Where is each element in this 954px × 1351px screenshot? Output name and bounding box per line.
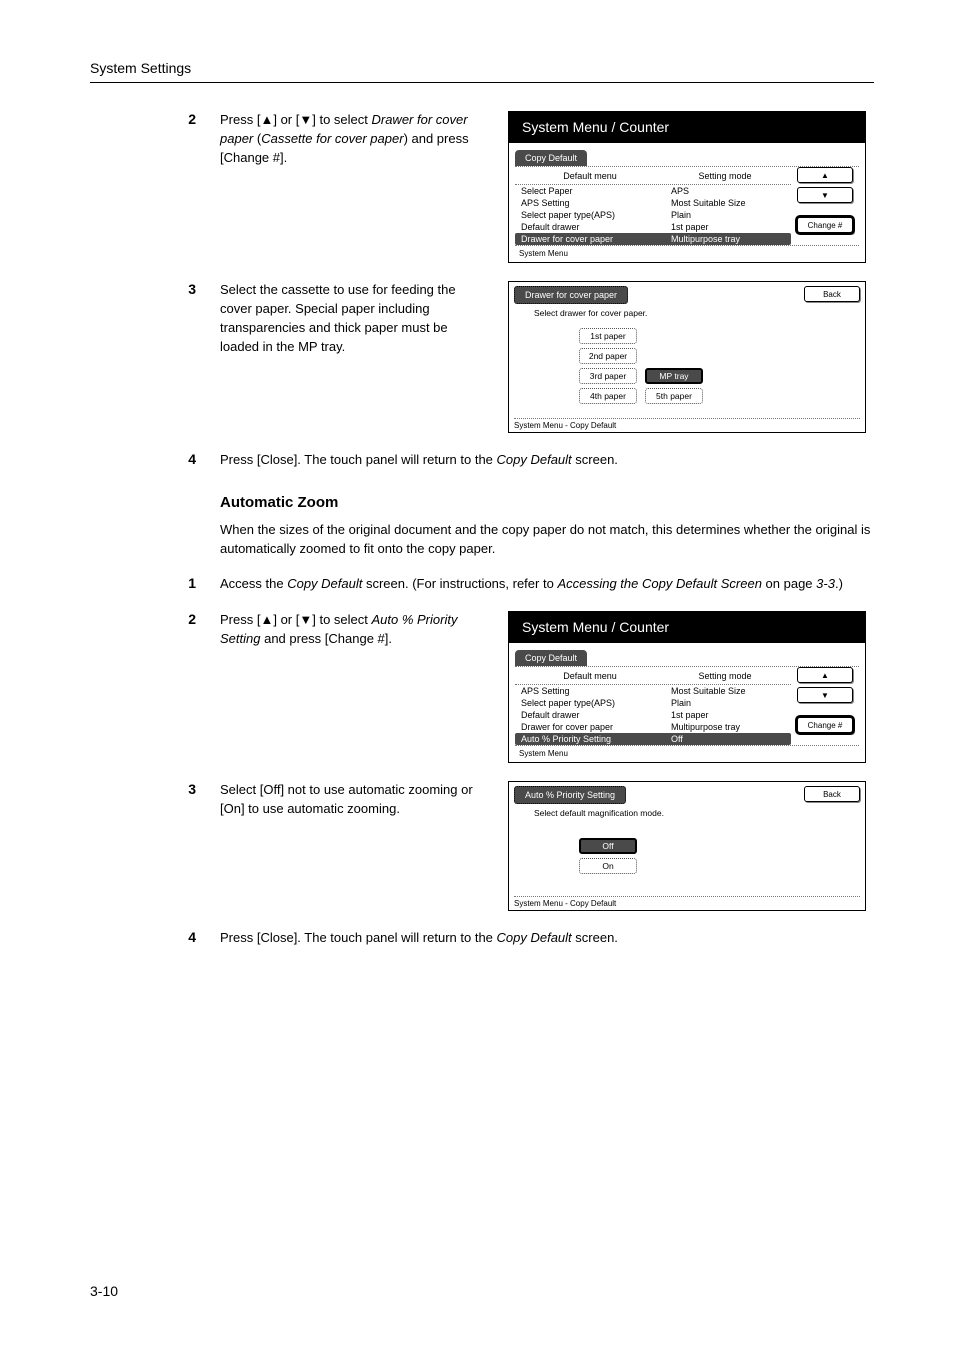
panel-title: System Menu / Counter: [508, 111, 866, 143]
back-button[interactable]: Back: [804, 286, 860, 302]
step-text: Select [Off] not to use automatic zoomin…: [220, 781, 490, 819]
scroll-up-button[interactable]: [797, 167, 853, 183]
page-number: 3-10: [90, 1283, 118, 1299]
menu-item: Default drawer: [521, 222, 671, 232]
option-5th-paper[interactable]: 5th paper: [645, 388, 703, 404]
up-icon: [821, 171, 829, 180]
step-number: 4: [90, 929, 220, 945]
section-heading: Automatic Zoom: [220, 494, 874, 511]
copy-default-tab[interactable]: Copy Default: [515, 650, 587, 666]
option-off[interactable]: Off: [579, 838, 637, 854]
col-header: Default menu: [515, 671, 665, 681]
menu-item: APS Setting: [521, 198, 671, 208]
breadcrumb: System Menu - Copy Default: [514, 418, 860, 430]
step-number: 1: [90, 575, 220, 591]
step-number: 4: [90, 451, 220, 467]
menu-item: Default drawer: [521, 710, 671, 720]
change-button[interactable]: Change #: [797, 717, 853, 733]
section-header: System Settings: [90, 60, 874, 76]
step-number: 3: [90, 281, 220, 297]
option-4th-paper[interactable]: 4th paper: [579, 388, 637, 404]
dialog-title: Auto % Priority Setting: [514, 786, 626, 804]
menu-item: Select paper type(APS): [521, 698, 671, 708]
option-3rd-paper[interactable]: 3rd paper: [579, 368, 637, 384]
col-header: Setting mode: [665, 671, 785, 681]
down-icon: [821, 691, 829, 700]
scroll-down-button[interactable]: [797, 687, 853, 703]
step-number: 2: [90, 111, 220, 127]
breadcrumb: System Menu: [515, 246, 859, 260]
copy-default-tab[interactable]: Copy Default: [515, 150, 587, 166]
col-header: Default menu: [515, 171, 665, 181]
dialog-title: Drawer for cover paper: [514, 286, 628, 304]
breadcrumb: System Menu: [515, 746, 859, 760]
back-button[interactable]: Back: [804, 786, 860, 802]
menu-item-selected: Drawer for cover paper: [521, 234, 671, 244]
menu-item-selected: Auto % Priority Setting: [521, 734, 671, 744]
dialog-hint: Select drawer for cover paper.: [514, 304, 860, 324]
option-on[interactable]: On: [579, 858, 637, 874]
up-icon: [821, 671, 829, 680]
header-rule: [90, 82, 874, 83]
step-text: Press [▲] or [▼] to select Drawer for co…: [220, 111, 490, 168]
touch-panel-screenshot: Auto % Priority Setting Back Select defa…: [508, 781, 866, 911]
step-text: Select the cassette to use for feeding t…: [220, 281, 490, 356]
touch-panel-screenshot: Drawer for cover paper Back Select drawe…: [508, 281, 866, 433]
menu-item: APS Setting: [521, 686, 671, 696]
dialog-hint: Select default magnification mode.: [514, 804, 860, 824]
menu-item: Select paper type(APS): [521, 210, 671, 220]
option-mp-tray[interactable]: MP tray: [645, 368, 703, 384]
panel-title: System Menu / Counter: [508, 611, 866, 643]
touch-panel-screenshot: System Menu / Counter Copy Default Defau…: [508, 111, 866, 263]
step-number: 2: [90, 611, 220, 627]
step-text: Access the Copy Default screen. (For ins…: [220, 575, 874, 594]
menu-item: Drawer for cover paper: [521, 722, 671, 732]
breadcrumb: System Menu - Copy Default: [514, 896, 860, 908]
option-1st-paper[interactable]: 1st paper: [579, 328, 637, 344]
down-icon: [821, 191, 829, 200]
step-text: Press [Close]. The touch panel will retu…: [220, 451, 874, 470]
intro-paragraph: When the sizes of the original document …: [220, 521, 874, 559]
scroll-up-button[interactable]: [797, 667, 853, 683]
touch-panel-screenshot: System Menu / Counter Copy Default Defau…: [508, 611, 866, 763]
change-button[interactable]: Change #: [797, 217, 853, 233]
step-text: Press [Close]. The touch panel will retu…: [220, 929, 874, 948]
step-text: Press [▲] or [▼] to select Auto % Priori…: [220, 611, 490, 649]
option-2nd-paper[interactable]: 2nd paper: [579, 348, 637, 364]
scroll-down-button[interactable]: [797, 187, 853, 203]
step-number: 3: [90, 781, 220, 797]
menu-item: Select Paper: [521, 186, 671, 196]
col-header: Setting mode: [665, 171, 785, 181]
